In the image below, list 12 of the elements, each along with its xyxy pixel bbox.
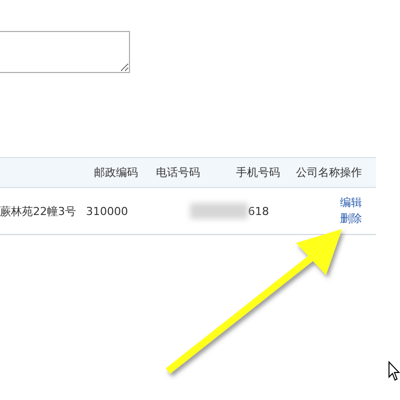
action-link[interactable]: 删除 xyxy=(340,211,376,227)
table-cell-text: 310000 xyxy=(86,204,129,218)
column-header: 操作 xyxy=(340,165,362,180)
action-link[interactable]: 编辑 xyxy=(340,195,376,211)
column-header: 公司名称 xyxy=(296,165,340,180)
column-header: 手机号码 xyxy=(236,165,280,180)
blurred-redaction xyxy=(190,203,248,219)
table-cell-text: 蕨林苑22幢3号 xyxy=(0,204,77,218)
column-header: 邮政编码 xyxy=(94,165,138,180)
text-area[interactable] xyxy=(0,31,130,73)
table-cell: 618 xyxy=(248,204,269,218)
column-header: 电话号码 xyxy=(156,165,200,180)
